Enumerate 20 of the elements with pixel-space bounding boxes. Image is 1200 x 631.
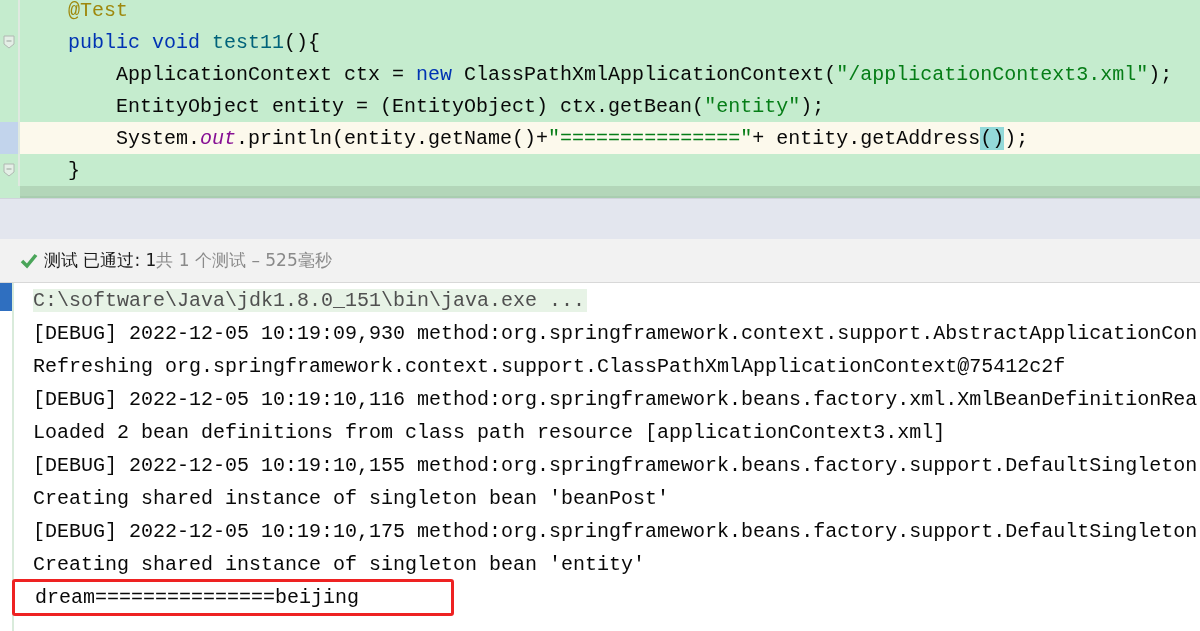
fold-marker-icon[interactable] [3, 163, 15, 178]
code-line: public void test11(){ [67, 30, 321, 54]
console-line: [DEBUG] 2022-12-05 10:19:10,155 method:org.springframework.beans.factory.support.DefaultSingleton [33, 454, 1198, 477]
console-line: Loaded 2 bean definitions from class path resource [applicationContext3.xml] [33, 421, 946, 444]
code-line: System.out.println(entity.getName()+"==============="+ entity.getAddress()); [115, 126, 1029, 150]
console-line: [DEBUG] 2022-12-05 10:19:10,116 method:org.springframework.beans.factory.xml.XmlBeanDefinitionRea [33, 388, 1198, 411]
console-line: Creating shared instance of singleton bean 'entity' [33, 553, 646, 576]
gutter-marker [0, 283, 12, 311]
code-line: @Test [67, 0, 129, 22]
fold-marker-icon[interactable] [3, 35, 15, 50]
console-line: Refreshing org.springframework.context.support.ClassPathXmlApplicationContext@75412c2f [33, 355, 1066, 378]
console-line: Creating shared instance of singleton bean 'beanPost' [33, 487, 670, 510]
code-line: EntityObject entity = (EntityObject) ctx.getBean("entity"); [115, 94, 825, 118]
console-line: [DEBUG] 2022-12-05 10:19:09,930 method:org.springframework.context.support.AbstractApplicationCon [33, 322, 1198, 345]
code-line: } [67, 158, 80, 182]
code-line: ApplicationContext ctx = new ClassPathXmlApplicationContext("/applicationContext3.xml"); [115, 62, 1173, 86]
console-line: [DEBUG] 2022-12-05 10:19:10,175 method:org.springframework.beans.factory.support.DefaultSingleton [33, 520, 1198, 543]
test-result-label: 测试 已通过: 1 [44, 249, 157, 272]
console-line: dream===============beijing [35, 586, 360, 609]
test-result-detail: 共 1 个测试 – 525毫秒 [156, 249, 332, 272]
